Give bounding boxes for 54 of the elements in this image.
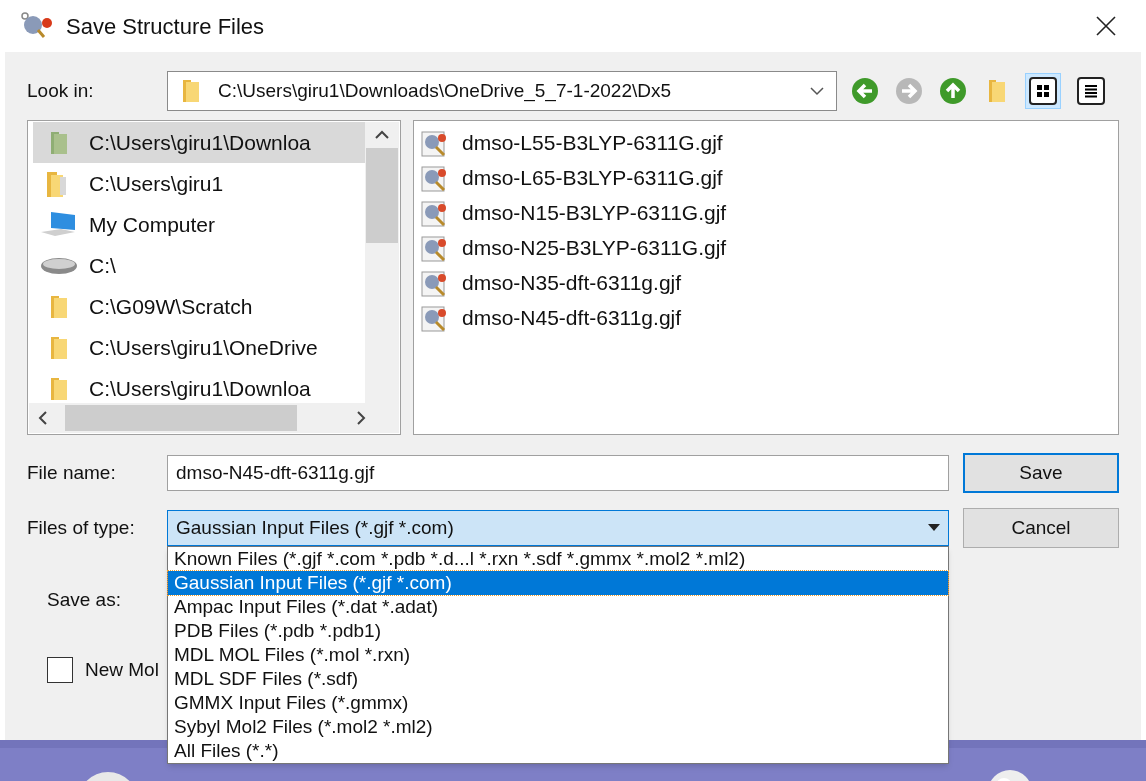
file-item[interactable]: dmso-L55-B3LYP-6311G.gjf (462, 126, 723, 159)
folder-icon (180, 78, 202, 104)
place-item[interactable]: C:\Users\giru1\Downloa (33, 122, 365, 163)
file-item[interactable]: dmso-N25-B3LYP-6311G.gjf (462, 231, 727, 264)
folder-icon (48, 293, 70, 320)
icon-view-button[interactable] (1025, 73, 1061, 109)
file-type-option[interactable]: GMMX Input Files (*.gmmx) (168, 691, 948, 715)
horizontal-scrollbar[interactable] (29, 403, 399, 433)
folder-icon (48, 375, 70, 402)
file-type-dropdown[interactable]: Gaussian Input Files (*.gjf *.com) (167, 510, 949, 546)
window-title: Save Structure Files (66, 12, 265, 41)
file-type-option[interactable]: Sybyl Mol2 Files (*.mol2 *.ml2) (168, 715, 948, 739)
chevron-down-icon (810, 86, 824, 96)
scroll-up-icon[interactable] (375, 130, 389, 140)
file-type-label: Files of type: (27, 515, 136, 540)
place-item[interactable]: C:\Users\giru1\OneDrive (33, 327, 365, 368)
back-button[interactable] (849, 75, 881, 107)
folder-icon (987, 78, 1007, 104)
save-button[interactable]: Save (963, 453, 1119, 493)
file-item[interactable]: dmso-L65-B3LYP-6311G.gjf (462, 161, 723, 194)
place-item[interactable]: C:\ (33, 245, 365, 286)
place-item[interactable]: C:\Users\giru1\Downloa (33, 368, 365, 403)
folder-icon (48, 129, 70, 156)
up-button[interactable] (937, 75, 969, 107)
file-item[interactable]: dmso-N15-B3LYP-6311G.gjf (462, 196, 727, 229)
look-in-dropdown[interactable]: C:\Users\giru1\Downloads\OneDrive_5_7-1-2022\Dx5 (167, 71, 837, 111)
save-as-label: Save as: (47, 587, 121, 612)
scrollbar-thumb[interactable] (366, 148, 398, 243)
look-in-label: Look in: (27, 78, 95, 103)
new-molecule-checkbox[interactable] (47, 657, 73, 683)
folder-icon (48, 334, 70, 361)
scroll-left-icon[interactable] (37, 411, 49, 425)
file-type-option[interactable]: Ampac Input Files (*.dat *.adat) (168, 595, 948, 619)
file-item[interactable]: dmso-N45-dft-6311g.gjf (462, 301, 682, 334)
list-icon (1084, 84, 1098, 98)
file-type-option[interactable]: MDL MOL Files (*.mol *.rxn) (168, 643, 948, 667)
scroll-right-icon[interactable] (355, 411, 367, 425)
file-type-option[interactable]: MDL SDF Files (*.sdf) (168, 667, 948, 691)
app-icon (20, 12, 54, 40)
file-type-option[interactable]: Known Files (*.gjf *.com *.pdb *.d...l *.rxn *.sdf *.gmmx *.mol2 *.ml2) (168, 547, 948, 571)
file-type-option[interactable]: Gaussian Input Files (*.gjf *.com) (168, 571, 948, 595)
vertical-scrollbar[interactable] (365, 122, 399, 403)
place-item[interactable]: C:\Users\giru1 (33, 163, 365, 204)
place-item[interactable]: My Computer (33, 204, 365, 245)
file-type-option[interactable]: PDB Files (*.pdb *.pdb1) (168, 619, 948, 643)
new-molecule-label: New Mol (85, 657, 159, 682)
cancel-button[interactable]: Cancel (963, 508, 1119, 548)
grid-icon (1036, 84, 1050, 98)
file-name-field[interactable]: dmso-N45-dft-6311g.gjf (167, 455, 949, 491)
dropdown-arrow-icon (928, 524, 940, 532)
place-item[interactable]: C:\G09W\Scratch (33, 286, 365, 327)
file-item[interactable]: dmso-N35-dft-6311g.gjf (462, 266, 682, 299)
file-name-label: File name: (27, 460, 117, 485)
scrollbar-thumb[interactable] (65, 405, 297, 431)
